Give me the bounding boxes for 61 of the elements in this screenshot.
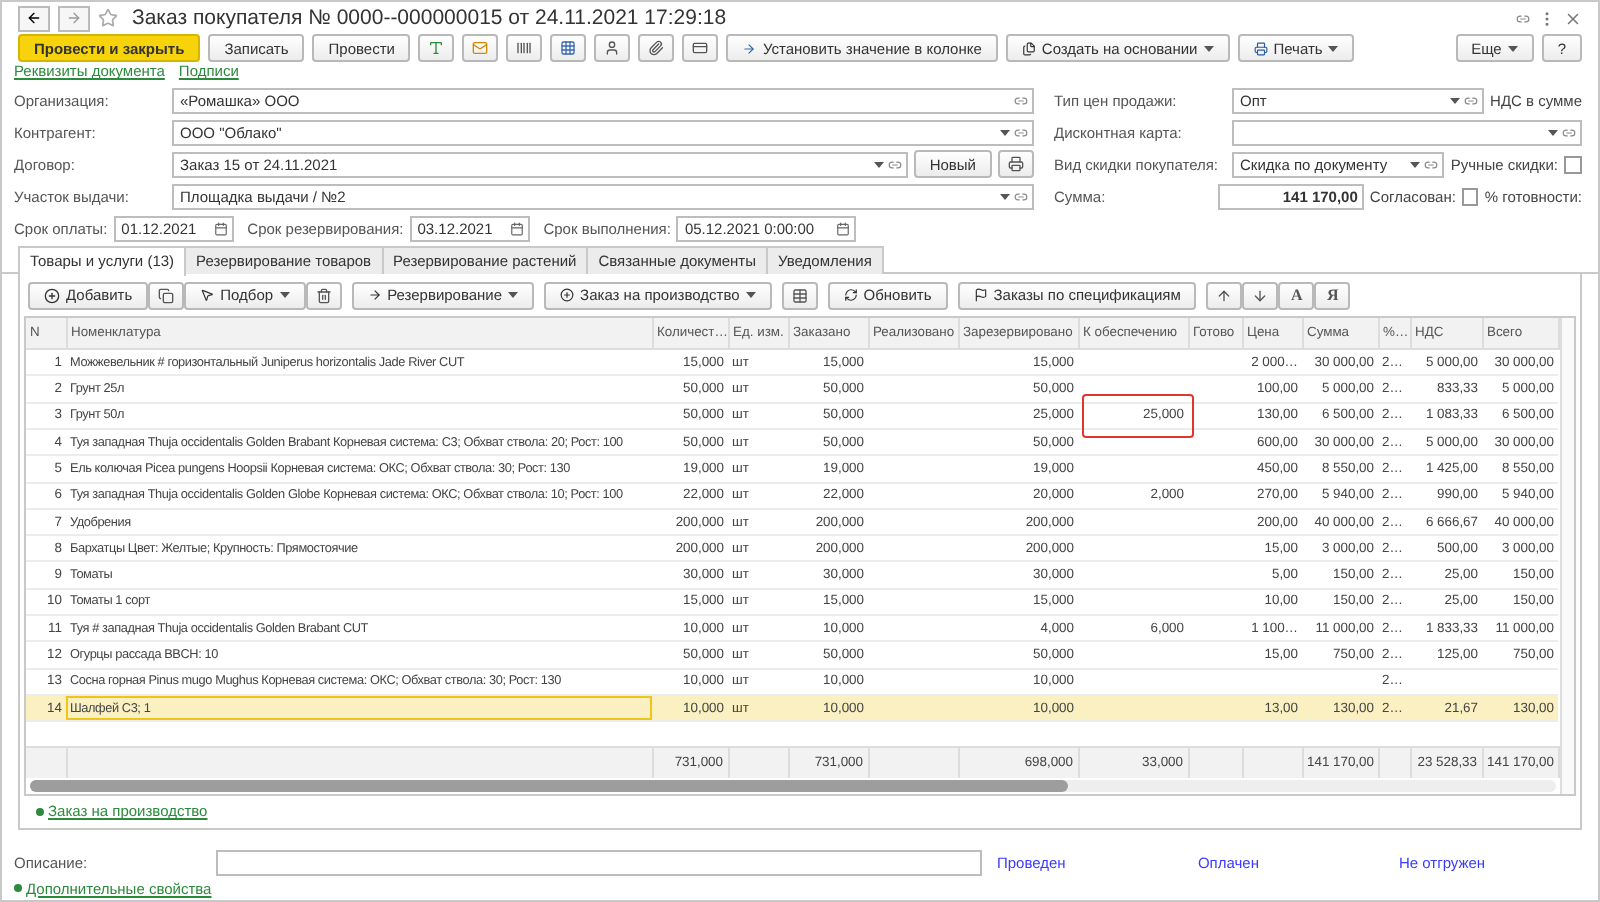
caret-icon [873, 161, 884, 168]
printer-icon [1253, 41, 1268, 56]
link-icon[interactable] [1014, 189, 1028, 204]
grid-icon[interactable] [550, 34, 587, 63]
calendar-icon[interactable] [213, 221, 228, 236]
copy-icon[interactable] [148, 281, 185, 310]
checkbox[interactable] [1564, 155, 1582, 174]
pointer-icon [200, 288, 215, 303]
link-icon[interactable] [1014, 125, 1028, 140]
paperclip-icon[interactable] [638, 34, 675, 63]
format-button[interactable]: A [1278, 281, 1315, 310]
dot-icon [36, 807, 44, 816]
arrow-left-icon [26, 10, 42, 26]
link-icon[interactable] [887, 157, 902, 172]
arrow-down-icon[interactable] [1242, 281, 1279, 310]
barcode-icon[interactable] [506, 34, 543, 63]
caret-icon [1000, 129, 1010, 136]
link-icon[interactable] [1424, 157, 1439, 172]
plus-icon [560, 288, 575, 303]
plus-icon [44, 287, 60, 304]
caret-icon [1410, 161, 1421, 168]
link-icon[interactable] [1516, 11, 1530, 25]
text-icon[interactable] [418, 34, 455, 63]
caret-icon [745, 292, 756, 299]
arrow-right-icon [66, 10, 82, 26]
mail-icon[interactable] [462, 34, 499, 63]
trash-icon[interactable] [305, 281, 342, 310]
caret-icon [1507, 45, 1518, 52]
back-button[interactable] [18, 5, 50, 31]
input-field[interactable] [1232, 119, 1582, 146]
table-icon[interactable] [781, 281, 818, 310]
link-icon[interactable] [1464, 93, 1479, 108]
caret-icon [1548, 129, 1558, 136]
checkbox[interactable] [1461, 187, 1479, 206]
link-icon[interactable] [1562, 125, 1576, 140]
user-icon[interactable] [594, 34, 631, 63]
scrollbar[interactable] [30, 779, 1555, 792]
refresh-icon [843, 288, 858, 303]
arrow-right-icon [367, 288, 382, 303]
arrow-up-icon[interactable] [1206, 281, 1243, 310]
flag-icon [973, 288, 988, 303]
link-icon[interactable] [1014, 93, 1028, 108]
files-icon [1021, 41, 1036, 56]
arrow-right-icon [742, 41, 757, 56]
dot-icon [14, 884, 22, 893]
card-icon[interactable] [682, 34, 719, 63]
calendar-icon[interactable] [509, 221, 524, 236]
caret-icon [1000, 193, 1010, 200]
calendar-icon[interactable] [836, 221, 851, 236]
scrollbar[interactable] [1559, 317, 1574, 794]
star-icon[interactable] [98, 8, 118, 28]
printer-icon[interactable] [998, 150, 1034, 179]
format-button[interactable]: Я [1314, 281, 1351, 310]
window-title: Заказ покупателя № 0000--000000015 от 24.11.2021 17:29:18 [132, 6, 729, 30]
description-field[interactable] [215, 849, 983, 876]
caret-icon [508, 292, 519, 299]
caret-icon [279, 292, 290, 299]
caret-icon [1203, 45, 1214, 52]
caret-icon [1450, 97, 1461, 104]
close-icon[interactable] [1564, 9, 1582, 27]
caret-icon [1328, 45, 1339, 52]
